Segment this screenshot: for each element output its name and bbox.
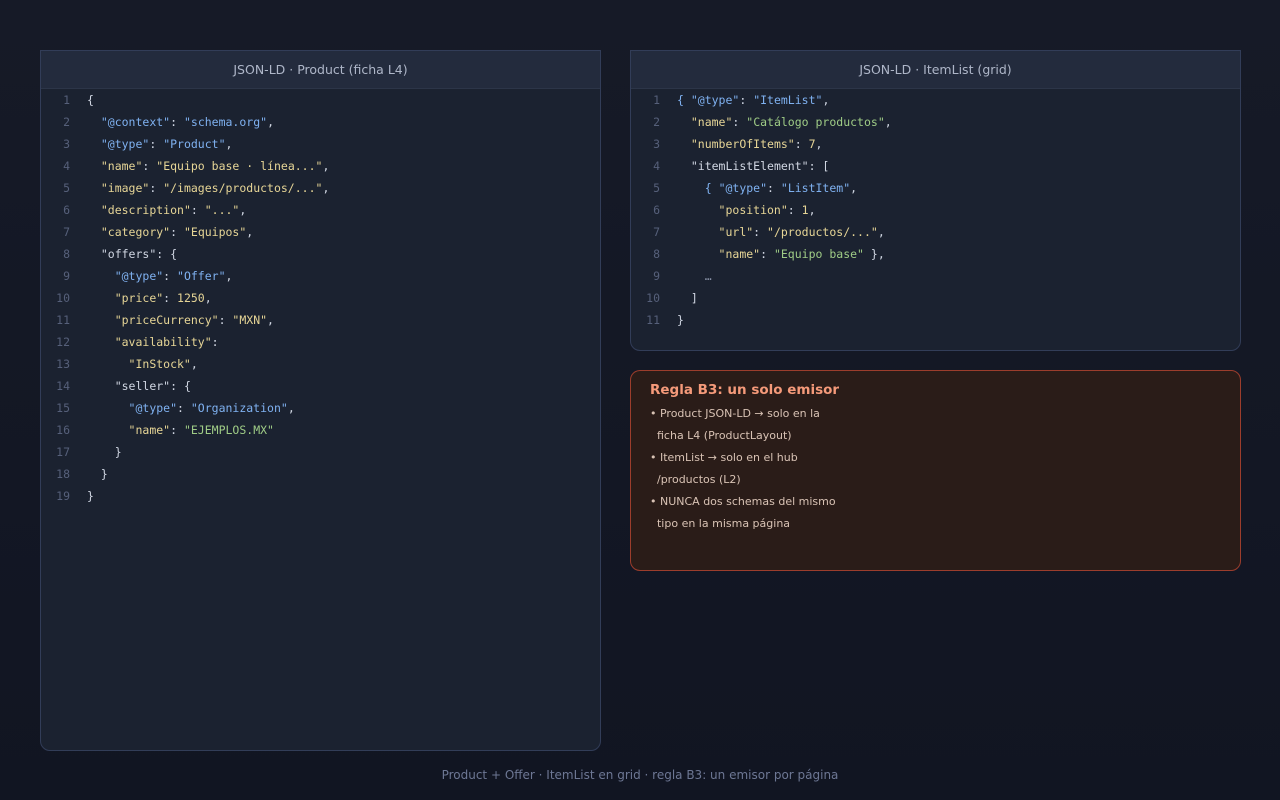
itemlist-jsonld-panel: JSON-LD · ItemList (grid) 1 { "@type": "I…	[630, 50, 1241, 351]
line-number: 2	[653, 115, 660, 129]
line-content: "name": "Equipo base" },	[718, 247, 885, 261]
line-content: "@context": "schema.org",	[100, 115, 274, 129]
line-number: 6	[63, 203, 70, 217]
line-content: ]	[677, 291, 698, 305]
line-number: 11	[646, 313, 660, 327]
line-number: 1	[63, 93, 70, 107]
line-number: 14	[56, 379, 70, 393]
rule-item: • ItemList → solo en el hub	[650, 451, 798, 464]
rule-b3-card: Regla B3: un solo emisor • Product JSON-…	[630, 370, 1241, 571]
line-number: 13	[56, 357, 70, 371]
line-number: 4	[653, 159, 660, 173]
line-number: 5	[63, 181, 70, 195]
line-content: "@type": "Organization",	[128, 401, 295, 415]
line-number: 17	[56, 445, 70, 459]
line-number: 8	[653, 247, 660, 261]
line-number: 3	[63, 137, 70, 151]
line-content: "numberOfItems": 7,	[690, 137, 823, 151]
line-content: "category": "Equipos",	[100, 225, 254, 239]
rule-item: /productos (L2)	[650, 473, 741, 486]
line-content: "url": "/productos/...",	[718, 225, 885, 239]
line-content: …	[704, 269, 712, 283]
line-content: "itemListElement": [	[690, 159, 830, 173]
line-content: "@type": "Product",	[100, 137, 233, 151]
line-content: "name": "Equipo base · línea...",	[100, 159, 330, 173]
line-number: 18	[56, 467, 70, 481]
line-number: 12	[56, 335, 70, 349]
product-panel-title: JSON-LD · Product (ficha L4)	[41, 51, 600, 89]
line-number: 16	[56, 423, 70, 437]
line-number: 8	[63, 247, 70, 261]
rule-item: tipo en la misma página	[650, 517, 791, 530]
line-content: { "@type": "ListItem",	[704, 181, 858, 195]
line-content: "image": "/images/productos/...",	[100, 181, 330, 195]
line-number: 4	[63, 159, 70, 173]
line-content: "price": 1250,	[114, 291, 212, 305]
line-number: 10	[56, 291, 70, 305]
line-number: 9	[653, 269, 660, 283]
line-number: 6	[653, 203, 660, 217]
rule-title: Regla B3: un solo emisor	[650, 382, 840, 398]
line-number: 15	[56, 401, 70, 415]
line-content: }	[677, 313, 684, 327]
line-content: "offers": {	[100, 247, 178, 261]
line-content: "priceCurrency": "MXN",	[114, 313, 274, 327]
line-number: 9	[63, 269, 70, 283]
line-number: 10	[646, 291, 660, 305]
line-number: 1	[653, 93, 660, 107]
line-content: "seller": {	[114, 379, 191, 393]
itemlist-panel-title: JSON-LD · ItemList (grid)	[631, 51, 1240, 89]
line-content: }	[87, 445, 122, 459]
line-number: 7	[63, 225, 70, 239]
line-content: "description": "...",	[100, 203, 247, 217]
line-number: 5	[653, 181, 660, 195]
line-content: "@type": "Offer",	[114, 269, 233, 283]
rule-item: • NUNCA dos schemas del mismo	[650, 495, 836, 508]
line-number: 3	[653, 137, 660, 151]
caption: Product + Offer · ItemList en grid · reg…	[441, 768, 839, 782]
rule-item: ficha L4 (ProductLayout)	[650, 429, 792, 442]
line-content: { "@type": "ItemList",	[677, 93, 830, 107]
line-number: 19	[56, 489, 70, 503]
product-jsonld-panel: JSON-LD · Product (ficha L4) 1 {2 "@conte…	[40, 50, 601, 751]
line-content: }	[87, 467, 108, 481]
line-content: "name": "Catálogo productos",	[690, 115, 892, 129]
line-content: "InStock",	[128, 357, 198, 371]
rule-item: • Product JSON-LD → solo en la	[650, 407, 820, 420]
line-number: 11	[56, 313, 70, 327]
line-number: 7	[653, 225, 660, 239]
line-number: 2	[63, 115, 70, 129]
line-content: "availability":	[114, 335, 219, 349]
line-content: "name": "EJEMPLOS.MX"	[128, 423, 274, 437]
line-content: {	[87, 93, 94, 107]
line-content: }	[87, 489, 94, 503]
line-content: "position": 1,	[718, 203, 816, 217]
